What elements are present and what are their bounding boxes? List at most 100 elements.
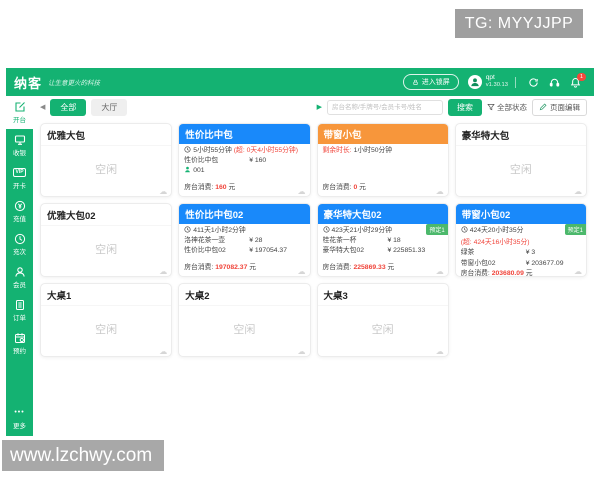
room-card[interactable]: 豪华特大包02 预定1 423天21小时29分钟 桂花茶一杯 ¥ 18 豪华特大包02 ¥ … [316, 203, 449, 277]
sidebar-item-label: 订单 [13, 315, 26, 322]
notification-bell-icon[interactable]: 1 [570, 72, 586, 88]
room-remaining: 剩余时长: 1小时50分钟 [322, 147, 393, 154]
person-icon [184, 166, 191, 176]
light-icon[interactable]: ☁ [298, 187, 306, 196]
sidebar-item-vip-card[interactable]: VIP 开卡 [6, 162, 33, 195]
room-title: 性价比中包 [179, 124, 310, 144]
sidebar-item-label: 充次 [13, 249, 26, 256]
app-screen: TG: MYYJJPP 纳客 让生意更火的科技 进入锁屏 qpt v1.30.1… [0, 0, 600, 480]
room-duration: 411天1小时2分钟 [184, 226, 304, 236]
main-content: ◀ 全部 大厅 ▶ 搜索 全部状态 [33, 96, 594, 436]
light-icon[interactable]: ☁ [159, 267, 167, 276]
room-title: 豪华特大包 [455, 124, 586, 146]
light-icon[interactable]: ☁ [574, 267, 582, 276]
app-header: 纳客 让生意更火的科技 进入锁屏 qpt v1.30.13 1 [6, 68, 594, 96]
orders-icon [14, 298, 26, 311]
room-card[interactable]: 豪华特大包空闲 ☁ [454, 123, 587, 197]
sidebar-item-open-table[interactable]: 开台 [6, 96, 33, 129]
room-card[interactable]: 大桌1 空闲 ☁ [40, 283, 173, 357]
room-title: 优雅大包02 [41, 204, 172, 226]
room-consumption: 房台消费: 203680.09 元 [460, 269, 533, 277]
sidebar-item-member[interactable]: 会员 [6, 261, 33, 294]
page-edit-button[interactable]: 页面编辑 [532, 98, 587, 116]
room-item-row: 性价比中包02 ¥ 197054.37 [184, 247, 287, 255]
sidebar-item-label: 预约 [13, 348, 26, 355]
room-card[interactable]: 带窗小包 剩余时长: 1小时50分钟 房台消费: 0 元 ☁ [316, 123, 449, 197]
more-dots-icon: ••• [14, 408, 25, 416]
room-card[interactable]: 大桌3 空闲 ☁ [316, 283, 449, 357]
lock-screen-button[interactable]: 进入锁屏 [402, 74, 459, 90]
light-icon[interactable]: ☁ [298, 347, 306, 356]
room-status-idle: 空闲 [95, 324, 118, 337]
room-consumption: 房台消费: 0 元 [322, 183, 366, 191]
user-info[interactable]: qpt v1.30.13 [486, 74, 508, 89]
room-title: 大桌3 [317, 284, 448, 306]
room-status-idle: 空闲 [509, 164, 532, 177]
room-title: 大桌2 [179, 284, 310, 306]
tab-all[interactable]: 全部 [50, 98, 87, 116]
overtime-text: (超: 424天16小时35分) [460, 239, 530, 247]
refresh-icon[interactable] [528, 77, 539, 88]
room-consumption: 房台消费: 225869.33 元 [322, 263, 395, 271]
notification-badge: 1 [577, 72, 586, 81]
sidebar-item-recharge[interactable]: 充值 [6, 195, 33, 228]
sidebar-item-recharge-times[interactable]: 充次 [6, 228, 33, 261]
app-window: 纳客 让生意更火的科技 进入锁屏 qpt v1.30.13 1 开台 收银 VI… [6, 68, 594, 436]
app-body: 开台收银VIP开卡充值充次会员订单预约•••更多 ◀ 全部 大厅 ▶ 搜索 全部 [6, 96, 594, 436]
sidebar-item-booking[interactable]: 预约 [6, 327, 33, 360]
room-consumption: 房台消费: 197082.37 元 [184, 263, 257, 271]
room-search-input[interactable] [327, 99, 443, 115]
clock-icon [184, 146, 191, 156]
tab-bar: ◀ 全部 大厅 ▶ 搜索 全部状态 [33, 96, 594, 118]
customer-service-icon[interactable] [549, 77, 560, 88]
room-status-idle: 空闲 [95, 164, 118, 177]
lock-screen-label: 进入锁屏 [421, 79, 450, 86]
clock-icon [322, 226, 330, 236]
room-card[interactable]: 优雅大包02 空闲 ☁ [40, 203, 173, 277]
light-icon[interactable]: ☁ [298, 267, 306, 276]
sidebar-item-orders[interactable]: 订单 [6, 294, 33, 327]
sidebar-item-label: 充值 [13, 216, 26, 223]
edit-pencil-icon [539, 103, 547, 111]
room-item-row: 桂花茶一杯 ¥ 18 [322, 237, 401, 245]
room-card[interactable]: 优雅大包空闲 ☁ [40, 123, 173, 197]
room-duration: 423天21小时29分钟 [322, 226, 443, 236]
sidebar-nav: 开台 收银 VIP 开卡充值充次会员订单预约 ••• 更多 [6, 96, 33, 436]
sidebar-item-more[interactable]: ••• 更多 [6, 402, 33, 436]
recharge-icon [14, 199, 26, 212]
avatar[interactable] [467, 75, 482, 89]
page-edit-label: 页面编辑 [550, 102, 580, 112]
username: qpt [485, 74, 495, 82]
cashier-icon [14, 133, 26, 146]
light-icon[interactable]: ☁ [574, 187, 582, 196]
light-icon[interactable]: ☁ [159, 187, 167, 196]
brand-slogan: 让生意更火的科技 [48, 80, 101, 87]
room-item-row: 带窗小包02 ¥ 203677.09 [460, 259, 564, 267]
scroll-left-icon[interactable]: ◀ [40, 103, 45, 111]
light-icon[interactable]: ☁ [436, 187, 444, 196]
room-title: 优雅大包 [41, 124, 172, 146]
light-icon[interactable]: ☁ [436, 267, 444, 276]
light-icon[interactable]: ☁ [436, 347, 444, 356]
light-icon[interactable]: ☁ [159, 347, 167, 356]
search-button[interactable]: 搜索 [448, 98, 482, 116]
sidebar-item-label: 会员 [13, 282, 26, 289]
header-divider [515, 76, 516, 88]
room-title: 豪华特大包02 [317, 204, 448, 224]
room-card-body: 411天1小时2分钟 洛神花茶一壶 ¥ 28 性价比中包02 ¥ 197054.37 房台… [179, 224, 309, 276]
room-title: 大桌1 [41, 284, 172, 306]
filter-funnel-icon [487, 103, 495, 111]
tg-watermark-text: TG: MYYJJPP [464, 14, 574, 32]
room-item-row: 洛神花茶一壶 ¥ 28 [184, 237, 263, 245]
sidebar-item-cashier[interactable]: 收银 [6, 129, 33, 162]
room-card[interactable]: 性价比中包 5小时55分钟 (超: 0天4小时55分钟) 性价比中包 ¥ 160 001 房… [178, 123, 311, 197]
room-title: 带窗小包02 [455, 204, 586, 224]
booking-icon [14, 331, 26, 344]
scroll-right-icon[interactable]: ▶ [317, 103, 322, 111]
room-card[interactable]: 大桌2 空闲 ☁ [178, 283, 311, 357]
status-filter[interactable]: 全部状态 [487, 102, 527, 113]
room-card[interactable]: 性价比中包02 411天1小时2分钟 洛神花茶一壶 ¥ 28 性价比中包02 ¥ 1970… [178, 203, 311, 277]
room-card-body: 5小时55分钟 (超: 0天4小时55分钟) 性价比中包 ¥ 160 001 房台消费: … [179, 144, 309, 196]
tab-hall[interactable]: 大厅 [91, 98, 128, 116]
room-card[interactable]: 带窗小包02 预定1 424天20小时35分 (超: 424天16小时35分) 绿茶 ¥ … [454, 203, 587, 277]
